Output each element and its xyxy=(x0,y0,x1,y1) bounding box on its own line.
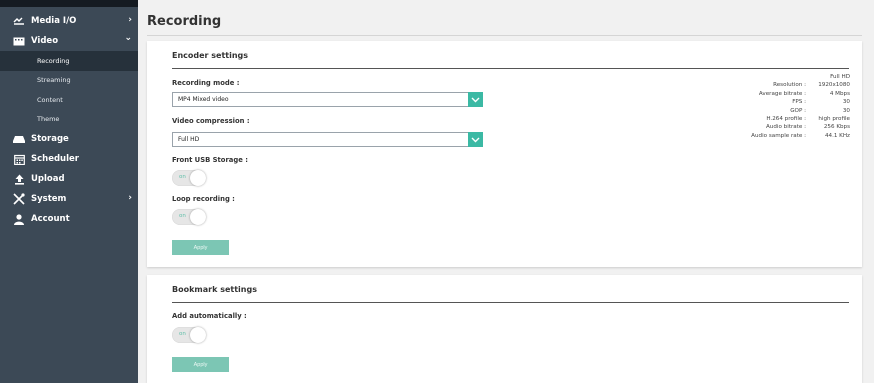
sidebar-item-label: Video xyxy=(31,36,59,46)
recording-mode-label: Recording mode : xyxy=(172,79,240,87)
encoder-heading-divider xyxy=(172,68,849,69)
chevron-down-icon[interactable] xyxy=(468,92,483,107)
front-usb-storage-label: Front USB Storage : xyxy=(172,156,248,164)
calendar-icon xyxy=(12,154,26,165)
sidebar-subitem-recording[interactable]: Recording xyxy=(0,51,138,71)
info-row: Audio bitrate :256 Kbps xyxy=(765,124,850,131)
sidebar-item-label: Account xyxy=(31,214,70,224)
loop-recording-toggle[interactable]: on xyxy=(172,209,206,225)
storage-icon xyxy=(12,135,26,143)
sidebar-item-label: Upload xyxy=(31,174,65,184)
sidebar-item-storage[interactable]: Storage xyxy=(0,129,138,149)
page-title: Recording xyxy=(147,14,222,29)
info-preset: Full HD xyxy=(830,74,850,80)
media-io-icon xyxy=(12,17,26,25)
chevron-right-icon: › xyxy=(128,193,132,203)
add-automatically-label: Add automatically : xyxy=(172,312,247,320)
recording-mode-select[interactable]: MP4 Mixed video xyxy=(172,92,483,107)
info-row: H.264 profile : high profile xyxy=(766,116,850,123)
encoder-settings-card: Encoder settings Recording mode : MP4 Mi… xyxy=(147,41,862,267)
chevron-down-icon: ⌄ xyxy=(124,33,132,43)
info-row: FPS :30 xyxy=(792,99,850,106)
recording-mode-value: MP4 Mixed video xyxy=(178,96,229,103)
info-row: Resolution :1920x1080 xyxy=(773,82,850,89)
toggle-knob xyxy=(190,209,206,225)
video-compression-value: Full HD xyxy=(178,136,200,143)
sidebar-subitem-streaming[interactable]: Streaming xyxy=(0,71,138,91)
encoder-info-panel: Full HD Resolution :1920x1080 Average bi… xyxy=(751,73,850,140)
bookmark-settings-heading: Bookmark settings xyxy=(172,285,257,294)
upload-icon xyxy=(12,174,26,185)
toggle-knob xyxy=(190,327,206,343)
chevron-down-icon[interactable] xyxy=(468,132,483,147)
sidebar-item-media-io[interactable]: Media I/O › xyxy=(0,11,138,31)
sidebar-item-system[interactable]: System › xyxy=(0,189,138,209)
sidebar-item-label: Scheduler xyxy=(31,154,79,164)
encoder-settings-heading: Encoder settings xyxy=(172,51,249,60)
sidebar-item-video[interactable]: Video ⌄ xyxy=(0,31,138,51)
user-icon xyxy=(12,213,26,225)
front-usb-storage-toggle[interactable]: on xyxy=(172,170,206,186)
sidebar-subitem-content[interactable]: Content xyxy=(0,90,138,110)
toggle-state-label: on xyxy=(179,213,186,219)
bookmark-heading-divider xyxy=(172,302,849,303)
sidebar-subitem-theme[interactable]: Theme xyxy=(0,110,138,130)
sidebar-item-label: Storage xyxy=(31,134,69,144)
chevron-right-icon: › xyxy=(128,15,132,25)
title-divider xyxy=(147,35,862,36)
sidebar-item-label: System xyxy=(31,194,67,204)
add-automatically-toggle[interactable]: on xyxy=(172,327,206,343)
bookmark-apply-button[interactable]: Apply xyxy=(172,357,229,372)
sidebar-item-label: Media I/O xyxy=(31,16,77,26)
info-row: GOP :30 xyxy=(790,107,850,114)
video-compression-select[interactable]: Full HD xyxy=(172,132,483,147)
bookmark-settings-card: Bookmark settings Add automatically : on… xyxy=(147,275,862,383)
loop-recording-label: Loop recording : xyxy=(172,195,235,203)
sidebar-top-strip xyxy=(0,0,138,7)
main-content: Recording Encoder settings Recording mod… xyxy=(138,7,874,383)
tools-icon xyxy=(12,193,26,205)
sidebar-item-upload[interactable]: Upload xyxy=(0,169,138,189)
video-compression-label: Video compression : xyxy=(172,117,250,125)
toggle-knob xyxy=(190,170,206,186)
sidebar: Media I/O › Video ⌄ Recording Streaming … xyxy=(0,0,138,383)
video-icon xyxy=(12,37,26,46)
sidebar-item-scheduler[interactable]: Scheduler xyxy=(0,149,138,169)
info-row: Audio sample rate :44.1 KHz xyxy=(751,132,850,139)
sidebar-item-account[interactable]: Account xyxy=(0,209,138,229)
info-row: Average bitrate :4 Mbps xyxy=(758,90,850,97)
toggle-state-label: on xyxy=(179,331,186,337)
toggle-state-label: on xyxy=(179,174,186,180)
encoder-apply-button[interactable]: Apply xyxy=(172,240,229,255)
